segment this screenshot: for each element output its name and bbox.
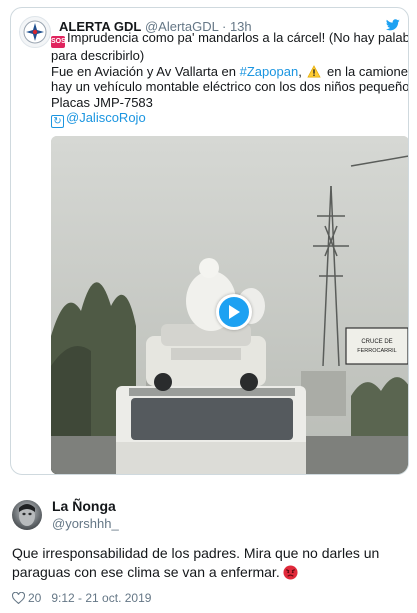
text-line-3-start: Fue en Aviación y Av Vallarta en	[51, 63, 240, 79]
quoted-tweet-card[interactable]: ALERTA GDL @AlertaGDL · 13h SOSImprudenc…	[10, 7, 409, 475]
reply-text-line-1: Que irresponsabilidad de los padres. Mir…	[12, 545, 380, 561]
play-button[interactable]	[216, 294, 252, 330]
text-line-5: Placas JMP-7583	[51, 94, 153, 110]
reply-timestamp[interactable]: 9:12 - 21 oct. 2019	[51, 591, 151, 605]
quoted-tweet-text: SOSImprudencia como pa' mandarlos a la c…	[51, 30, 409, 128]
hashtag-link[interactable]: #Zapopan	[240, 64, 299, 79]
reply-text-line-2: paraguas con ese clima se van a enfermar…	[12, 564, 280, 580]
warning-icon	[307, 64, 322, 77]
text-line-3-end: en la camioneta	[327, 63, 408, 79]
text-line-3-comma: ,	[298, 63, 306, 79]
text-line-2: para describirlo)	[51, 48, 145, 63]
sign-text-2: FERROCARRIL	[357, 348, 396, 354]
angry-face-icon	[283, 565, 298, 580]
reply-meta: 20 9:12 - 21 oct. 2019	[12, 591, 151, 605]
heart-icon[interactable]	[12, 592, 25, 604]
alerta-logo-icon	[23, 20, 47, 44]
like-count[interactable]: 20	[28, 591, 41, 605]
text-line-4: hay un vehículo montable eléctrico con l…	[51, 79, 409, 94]
text-line-1: Imprudencia como pa' mandarlos a la cárc…	[67, 30, 409, 45]
reply-text: Que irresponsabilidad de los padres. Mir…	[12, 544, 407, 582]
video-player[interactable]: CRUCE DE FERROCARRIL	[51, 136, 408, 474]
sos-icon: SOS	[51, 36, 66, 48]
retweet-icon: ↻	[51, 115, 64, 128]
mention-link[interactable]: @JaliscoRojo	[66, 110, 146, 125]
play-icon	[229, 305, 240, 319]
avatar-face	[19, 504, 35, 526]
sign-text-1: CRUCE DE	[361, 339, 392, 345]
alerta-gdl-avatar[interactable]	[19, 16, 51, 48]
reply-author-name[interactable]: La Ñonga	[52, 498, 116, 514]
reply-author-avatar[interactable]	[12, 500, 42, 530]
reply-author-handle[interactable]: @yorshhh_	[52, 516, 119, 531]
